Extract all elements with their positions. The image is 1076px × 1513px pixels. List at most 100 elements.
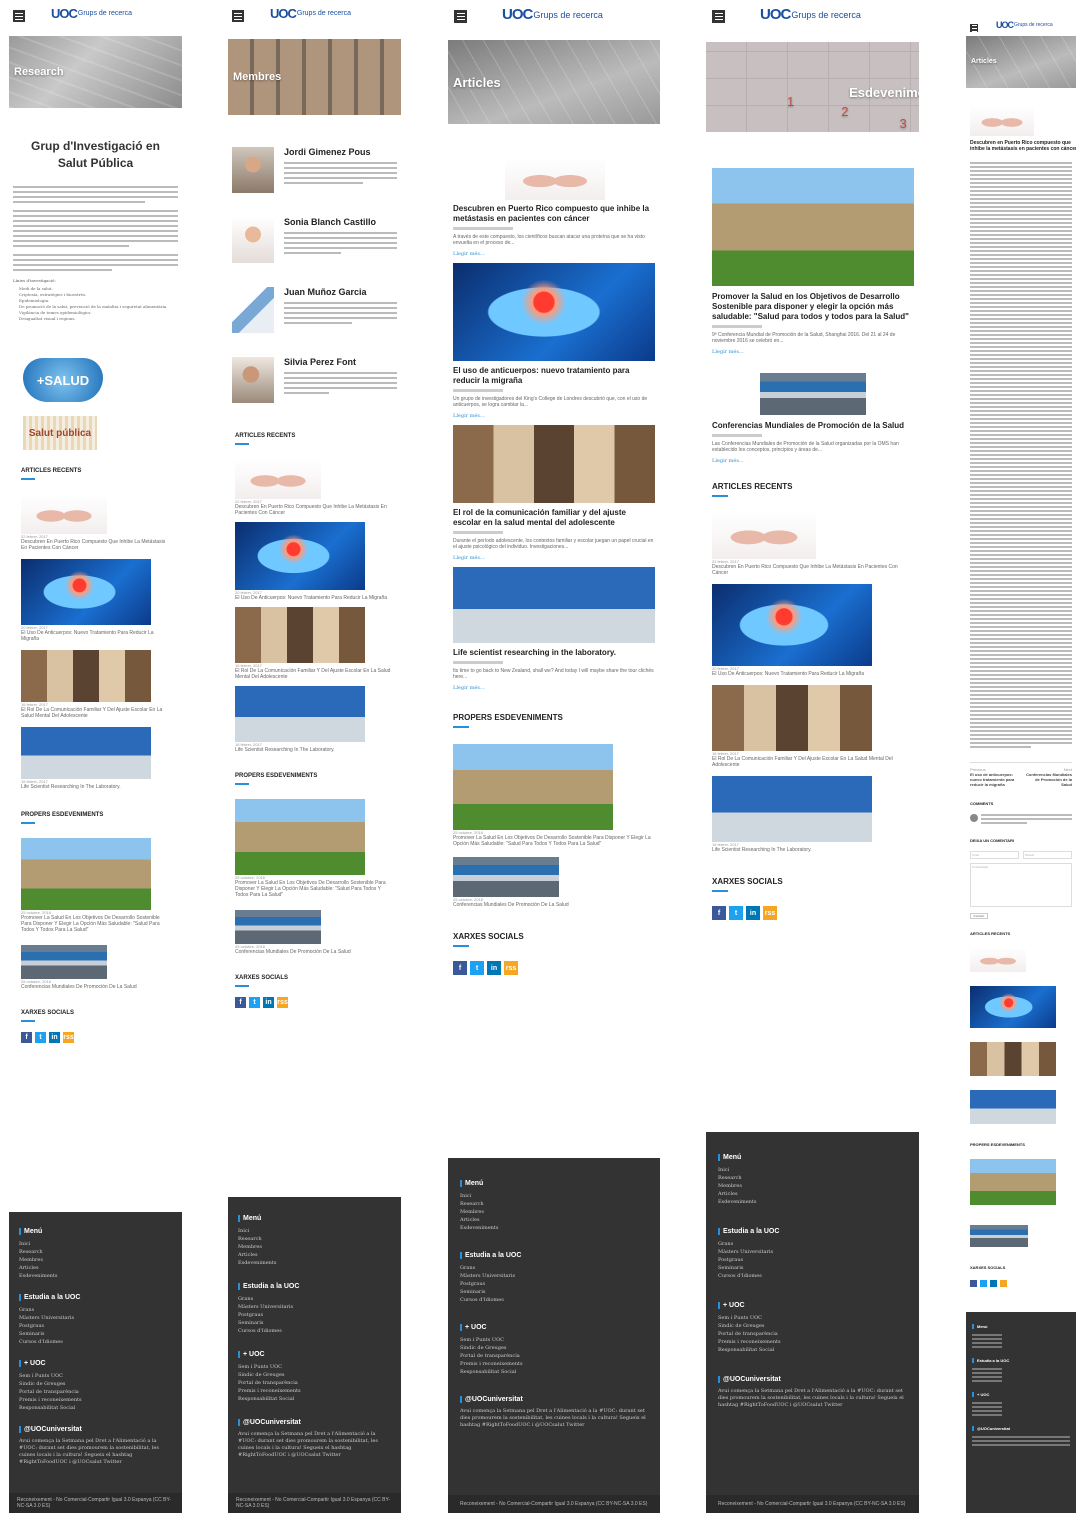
post-link[interactable]: Descubren En Puerto Rico Compuesto Que I… xyxy=(21,539,170,551)
read-more-link[interactable]: Llegir més... xyxy=(453,555,655,561)
footer-link[interactable]: Portal de transparència xyxy=(718,1330,907,1338)
article-image[interactable] xyxy=(453,425,655,503)
post-link[interactable]: El Uso De Anticuerpos: Nuevo Tratamiento… xyxy=(21,630,170,642)
member-name[interactable]: Sonia Blanch Castillo xyxy=(284,217,397,227)
footer-link[interactable]: Inici xyxy=(460,1192,648,1200)
logo[interactable]: UOC Grups de recerca xyxy=(51,6,132,21)
post-link[interactable]: Life Scientist Researching In The Labora… xyxy=(21,784,170,790)
article-image[interactable] xyxy=(970,106,1034,136)
article-thumb[interactable] xyxy=(970,986,1056,1028)
footer-link[interactable]: Grans xyxy=(238,1295,391,1303)
member-name[interactable]: Juan Muñoz Garcia xyxy=(284,287,397,297)
name-field[interactable]: Nom xyxy=(970,851,1019,859)
footer-link[interactable]: Sem i Punts UOC xyxy=(19,1372,172,1380)
footer-link[interactable]: Articles xyxy=(238,1251,391,1259)
logo[interactable]: UOC Grups de recerca xyxy=(270,6,351,21)
rss-icon[interactable]: rss xyxy=(63,1032,74,1043)
footer-link[interactable]: Portal de transparència xyxy=(238,1379,391,1387)
footer-link[interactable]: Membres xyxy=(19,1256,172,1264)
footer-link[interactable]: Membres xyxy=(238,1243,391,1251)
article-thumb[interactable] xyxy=(21,650,151,702)
footer-link[interactable]: Sindic de Greuges xyxy=(718,1322,907,1330)
footer-link[interactable]: Articles xyxy=(718,1190,907,1198)
post-link[interactable]: El Rol De La Comunicación Familiar Y Del… xyxy=(21,707,170,719)
post-link[interactable]: El Uso De Anticuerpos: Nuevo Tratamiento… xyxy=(235,595,394,601)
linkedin-icon[interactable]: in xyxy=(487,961,501,975)
post-link[interactable]: Descubren En Puerto Rico Compuesto Que I… xyxy=(712,564,913,576)
footer-link[interactable]: Premis i reconeixements xyxy=(19,1396,172,1404)
footer-link[interactable]: Seminaris xyxy=(460,1288,648,1296)
footer-link[interactable]: Grans xyxy=(460,1264,648,1272)
twitter-icon[interactable]: t xyxy=(470,961,484,975)
hamburger-menu-icon[interactable] xyxy=(712,10,725,23)
post-link[interactable]: El Rol De La Comunicación Familiar Y Del… xyxy=(235,668,394,680)
footer-link[interactable]: Esdeveniments xyxy=(460,1224,648,1232)
post-link[interactable]: Promover La Salud En Los Objetivos De De… xyxy=(21,915,170,933)
footer-link[interactable]: Cursos d'Idiomes xyxy=(19,1338,172,1346)
post-link[interactable]: Conferencias Mundiales De Promoción De L… xyxy=(453,902,655,908)
footer-link[interactable]: Articles xyxy=(460,1216,648,1224)
article-thumb[interactable] xyxy=(235,522,365,590)
article-thumb[interactable] xyxy=(712,776,872,842)
article-thumb[interactable] xyxy=(21,494,107,534)
article-thumb[interactable] xyxy=(970,1042,1056,1076)
article-title[interactable]: El uso de anticuerpos: nuevo tratamiento… xyxy=(453,366,655,386)
event-thumb[interactable] xyxy=(453,857,559,897)
footer-link[interactable]: Inici xyxy=(238,1227,391,1235)
footer-link[interactable]: Sem i Punts UOC xyxy=(238,1363,391,1371)
event-thumb[interactable] xyxy=(970,1225,1028,1247)
member-name[interactable]: Jordi Gimenez Pous xyxy=(284,147,397,157)
post-link[interactable]: Promover La Salud En Los Objetivos De De… xyxy=(235,880,394,898)
article-thumb[interactable] xyxy=(235,459,321,499)
footer-link[interactable]: Esdeveniments xyxy=(19,1272,172,1280)
footer-link[interactable]: Màsters Universitaris xyxy=(238,1303,391,1311)
post-link[interactable]: Conferencias Mundiales De Promoción De L… xyxy=(235,949,394,955)
article-thumb[interactable] xyxy=(21,559,151,625)
post-link[interactable]: Life Scientist Researching In The Labora… xyxy=(235,747,394,753)
member-name[interactable]: Silvia Perez Font xyxy=(284,357,397,367)
footer-link[interactable]: Sem i Punts UOC xyxy=(718,1314,907,1322)
twitter-icon[interactable]: t xyxy=(729,906,743,920)
footer-link[interactable]: Membres xyxy=(718,1182,907,1190)
prev-post[interactable]: Previous El uso de anticuerpos: nuevo tra… xyxy=(970,767,1018,787)
footer-link[interactable]: Articles xyxy=(19,1264,172,1272)
next-post[interactable]: Next Conferencias Mundiales de Promoción … xyxy=(1024,767,1072,787)
post-link[interactable]: Conferencias Mundiales De Promoción De L… xyxy=(21,984,170,990)
post-link[interactable]: Descubren En Puerto Rico Compuesto Que I… xyxy=(235,504,394,516)
footer-link[interactable]: Research xyxy=(460,1200,648,1208)
event-title[interactable]: Conferencias Mundiales de Promoción de l… xyxy=(712,421,913,431)
event-image[interactable] xyxy=(760,373,866,415)
twitter-icon[interactable] xyxy=(980,1280,987,1287)
linkedin-icon[interactable]: in xyxy=(49,1032,60,1043)
event-thumb[interactable] xyxy=(970,1159,1056,1205)
footer-link[interactable]: Postgraus xyxy=(460,1280,648,1288)
footer-link[interactable]: Cursos d'Idiomes xyxy=(238,1327,391,1335)
footer-link[interactable]: Responsabilitat Social xyxy=(19,1404,172,1412)
read-more-link[interactable]: Llegir més... xyxy=(712,349,913,355)
footer-link[interactable]: Sem i Punts UOC xyxy=(460,1336,648,1344)
footer-link[interactable]: Inici xyxy=(718,1166,907,1174)
event-thumb[interactable] xyxy=(235,799,365,875)
footer-link[interactable]: Sindic de Greuges xyxy=(460,1344,648,1352)
event-thumb[interactable] xyxy=(21,945,107,979)
footer-link[interactable]: Seminaris xyxy=(19,1330,172,1338)
event-thumb[interactable] xyxy=(453,744,613,830)
footer-link[interactable]: Màsters Universitaris xyxy=(19,1314,172,1322)
twitter-icon[interactable]: t xyxy=(35,1032,46,1043)
facebook-icon[interactable]: f xyxy=(453,961,467,975)
rss-icon[interactable]: rss xyxy=(277,997,288,1008)
footer-link[interactable]: Grans xyxy=(718,1240,907,1248)
article-image[interactable] xyxy=(453,567,655,643)
event-image[interactable] xyxy=(712,168,914,286)
rss-icon[interactable]: rss xyxy=(763,906,777,920)
email-field[interactable]: Email xyxy=(1023,851,1072,859)
footer-link[interactable]: Membres xyxy=(460,1208,648,1216)
footer-link[interactable]: Postgraus xyxy=(718,1256,907,1264)
article-thumb[interactable] xyxy=(970,1090,1056,1124)
article-image[interactable] xyxy=(453,263,655,361)
post-link[interactable]: El Uso De Anticuerpos: Nuevo Tratamiento… xyxy=(712,671,913,677)
hamburger-menu-icon[interactable] xyxy=(232,10,244,22)
read-more-link[interactable]: Llegir més... xyxy=(453,413,655,419)
rss-icon[interactable]: rss xyxy=(504,961,518,975)
hamburger-menu-icon[interactable] xyxy=(970,24,978,32)
